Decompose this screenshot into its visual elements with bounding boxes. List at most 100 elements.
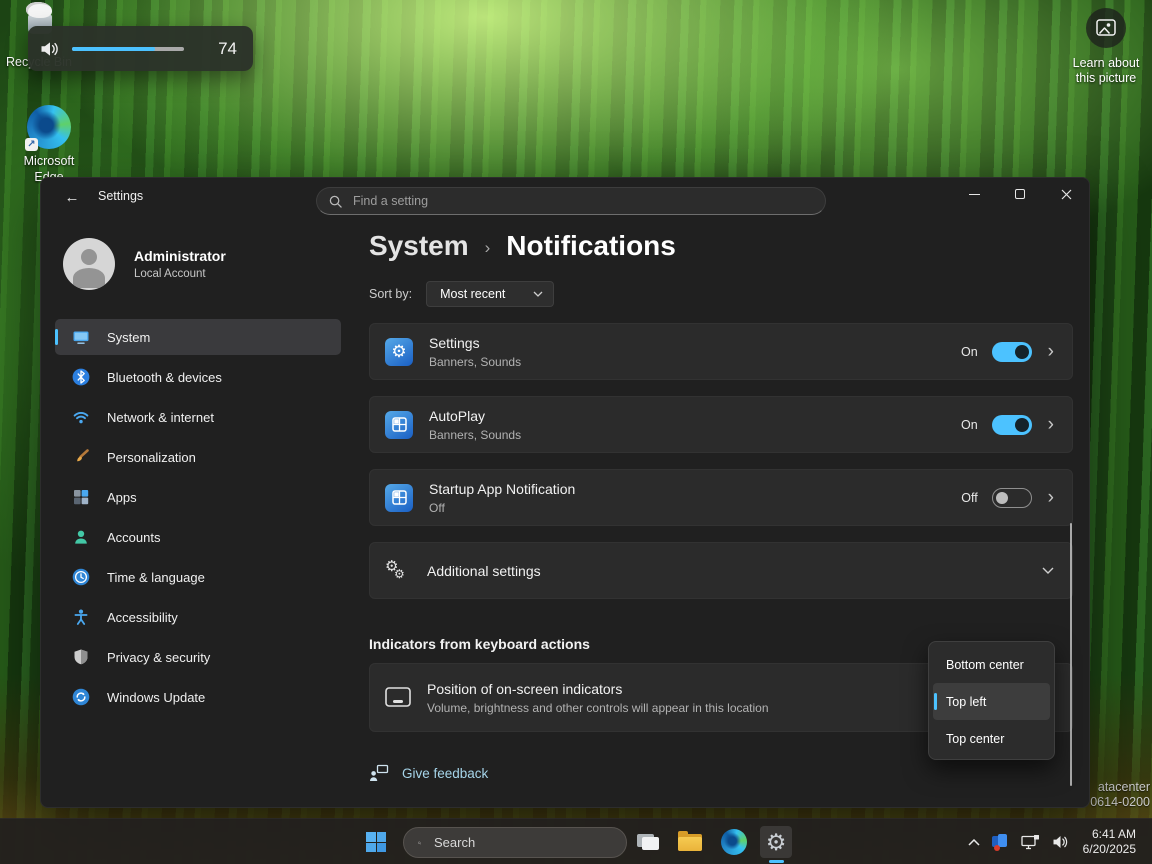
gears-icon: ⚙⚙ (385, 558, 411, 584)
back-button[interactable]: ← (55, 184, 89, 210)
sort-by-label: Sort by: (369, 287, 412, 301)
notification-row-startup[interactable]: Startup App Notification Off Off › (369, 469, 1073, 526)
taskbar-search[interactable] (403, 827, 627, 858)
taskbar: ⚙ 6: (0, 818, 1152, 864)
speaker-icon (1052, 835, 1069, 849)
tray-app-icon (992, 834, 1009, 851)
sidebar-item-system[interactable]: System (55, 319, 341, 355)
chevron-down-icon (1042, 567, 1054, 574)
sidebar-item-time-language[interactable]: Time & language (55, 559, 341, 595)
edge-icon (721, 829, 747, 855)
on-screen-indicator-icon (385, 687, 411, 708)
section-heading: Indicators from keyboard actions (369, 636, 590, 652)
page-title: Notifications (506, 230, 676, 262)
give-feedback-link[interactable]: Give feedback (369, 764, 488, 782)
search-icon (418, 836, 421, 850)
volume-osd: 74 (28, 26, 253, 71)
search-icon (329, 195, 342, 208)
sidebar-item-apps[interactable]: Apps (55, 479, 341, 515)
row-subtitle: Volume, brightness and other controls wi… (427, 701, 769, 715)
windows-logo-icon (366, 832, 386, 852)
sidebar-label: System (107, 330, 150, 345)
dropdown-option-top-center[interactable]: Top center (933, 720, 1050, 757)
sidebar-label: Accounts (107, 530, 160, 545)
person-icon (72, 528, 90, 546)
sort-dropdown-value: Most recent (440, 287, 505, 301)
sidebar-item-accessibility[interactable]: Accessibility (55, 599, 341, 635)
wifi-icon (72, 408, 90, 426)
learn-about-picture-button[interactable] (1086, 8, 1126, 48)
edge-label-line1: Microsoft (14, 153, 84, 169)
account-type: Local Account (134, 268, 226, 280)
edge-shortcut[interactable]: ↗ Microsoft Edge (14, 105, 84, 185)
edge-logo-icon: ↗ (27, 105, 71, 149)
notification-row-autoplay[interactable]: AutoPlay Banners, Sounds On › (369, 396, 1073, 453)
row-title: Additional settings (427, 563, 541, 579)
row-subtitle: Banners, Sounds (429, 428, 521, 442)
tray-app-button[interactable] (986, 826, 1015, 858)
notification-row-settings[interactable]: ⚙ Settings Banners, Sounds On › (369, 323, 1073, 380)
row-title: Startup App Notification (429, 481, 575, 497)
account-name: Administrator (134, 248, 226, 264)
settings-taskbar-button[interactable]: ⚙ (760, 826, 792, 858)
taskbar-clock[interactable]: 6:41 AM 6/20/2025 (1083, 827, 1136, 857)
account-header[interactable]: Administrator Local Account (63, 236, 343, 292)
network-tray-button[interactable] (1015, 826, 1046, 858)
row-subtitle: Banners, Sounds (429, 355, 521, 369)
settings-app-icon: ⚙ (385, 338, 413, 366)
active-app-indicator (769, 860, 784, 863)
sidebar-label: Network & internet (107, 410, 214, 425)
sidebar-item-personalization[interactable]: Personalization (55, 439, 341, 475)
clock-time: 6:41 AM (1083, 827, 1136, 842)
settings-notifications-toggle[interactable] (992, 342, 1032, 362)
apps-icon (72, 488, 90, 506)
startup-app-icon (385, 484, 413, 512)
autoplay-notifications-toggle[interactable] (992, 415, 1032, 435)
feedback-icon (369, 764, 389, 782)
breadcrumb-parent[interactable]: System (369, 230, 469, 262)
toggle-state-label: On (961, 418, 978, 432)
sidebar-label: Accessibility (107, 610, 178, 625)
start-button[interactable] (360, 826, 392, 858)
autoplay-app-icon (385, 411, 413, 439)
sidebar-item-accounts[interactable]: Accounts (55, 519, 341, 555)
startup-notifications-toggle[interactable] (992, 488, 1032, 508)
volume-slider-fill (72, 47, 155, 51)
bluetooth-icon (72, 368, 90, 386)
toggle-state-label: Off (961, 491, 977, 505)
dropdown-option-top-left[interactable]: Top left (933, 683, 1050, 720)
dropdown-option-bottom-center[interactable]: Bottom center (933, 646, 1050, 683)
chevron-right-icon: › (1048, 342, 1054, 361)
volume-tray-button[interactable] (1046, 826, 1075, 858)
learn-about-line1: Learn about (1070, 56, 1142, 71)
avatar (63, 238, 115, 290)
clock-icon (72, 568, 90, 586)
give-feedback-label: Give feedback (402, 766, 488, 781)
row-title: Settings (429, 335, 521, 351)
sidebar-label: Privacy & security (107, 650, 210, 665)
file-explorer-button[interactable] (674, 826, 706, 858)
edge-taskbar-button[interactable] (718, 826, 750, 858)
scrollbar[interactable] (1070, 523, 1072, 786)
tray-chevron-up-button[interactable] (962, 826, 986, 858)
sort-dropdown[interactable]: Most recent (426, 281, 554, 307)
chevron-right-icon: › (1048, 415, 1054, 434)
sidebar-item-windows-update[interactable]: Windows Update (55, 679, 341, 715)
task-view-button[interactable] (632, 826, 664, 858)
row-title: Position of on-screen indicators (427, 681, 769, 697)
volume-value: 74 (218, 39, 237, 59)
accessibility-icon (72, 608, 90, 626)
sidebar-item-privacy-security[interactable]: Privacy & security (55, 639, 341, 675)
taskbar-search-input[interactable] (432, 834, 612, 851)
sidebar-item-bluetooth-devices[interactable]: Bluetooth & devices (55, 359, 341, 395)
sidebar-item-network-internet[interactable]: Network & internet (55, 399, 341, 435)
breadcrumb-separator-icon: › (485, 238, 491, 258)
additional-settings-expander[interactable]: ⚙⚙ Additional settings (369, 542, 1073, 599)
volume-slider[interactable] (72, 47, 184, 51)
sidebar-label: Time & language (107, 570, 205, 585)
sidebar-label: Windows Update (107, 690, 205, 705)
chevron-right-icon: › (1048, 488, 1054, 507)
position-dropdown-flyout: Bottom center Top left Top center (928, 641, 1055, 760)
window-title: Settings (98, 189, 143, 203)
sidebar-label: Personalization (107, 450, 196, 465)
